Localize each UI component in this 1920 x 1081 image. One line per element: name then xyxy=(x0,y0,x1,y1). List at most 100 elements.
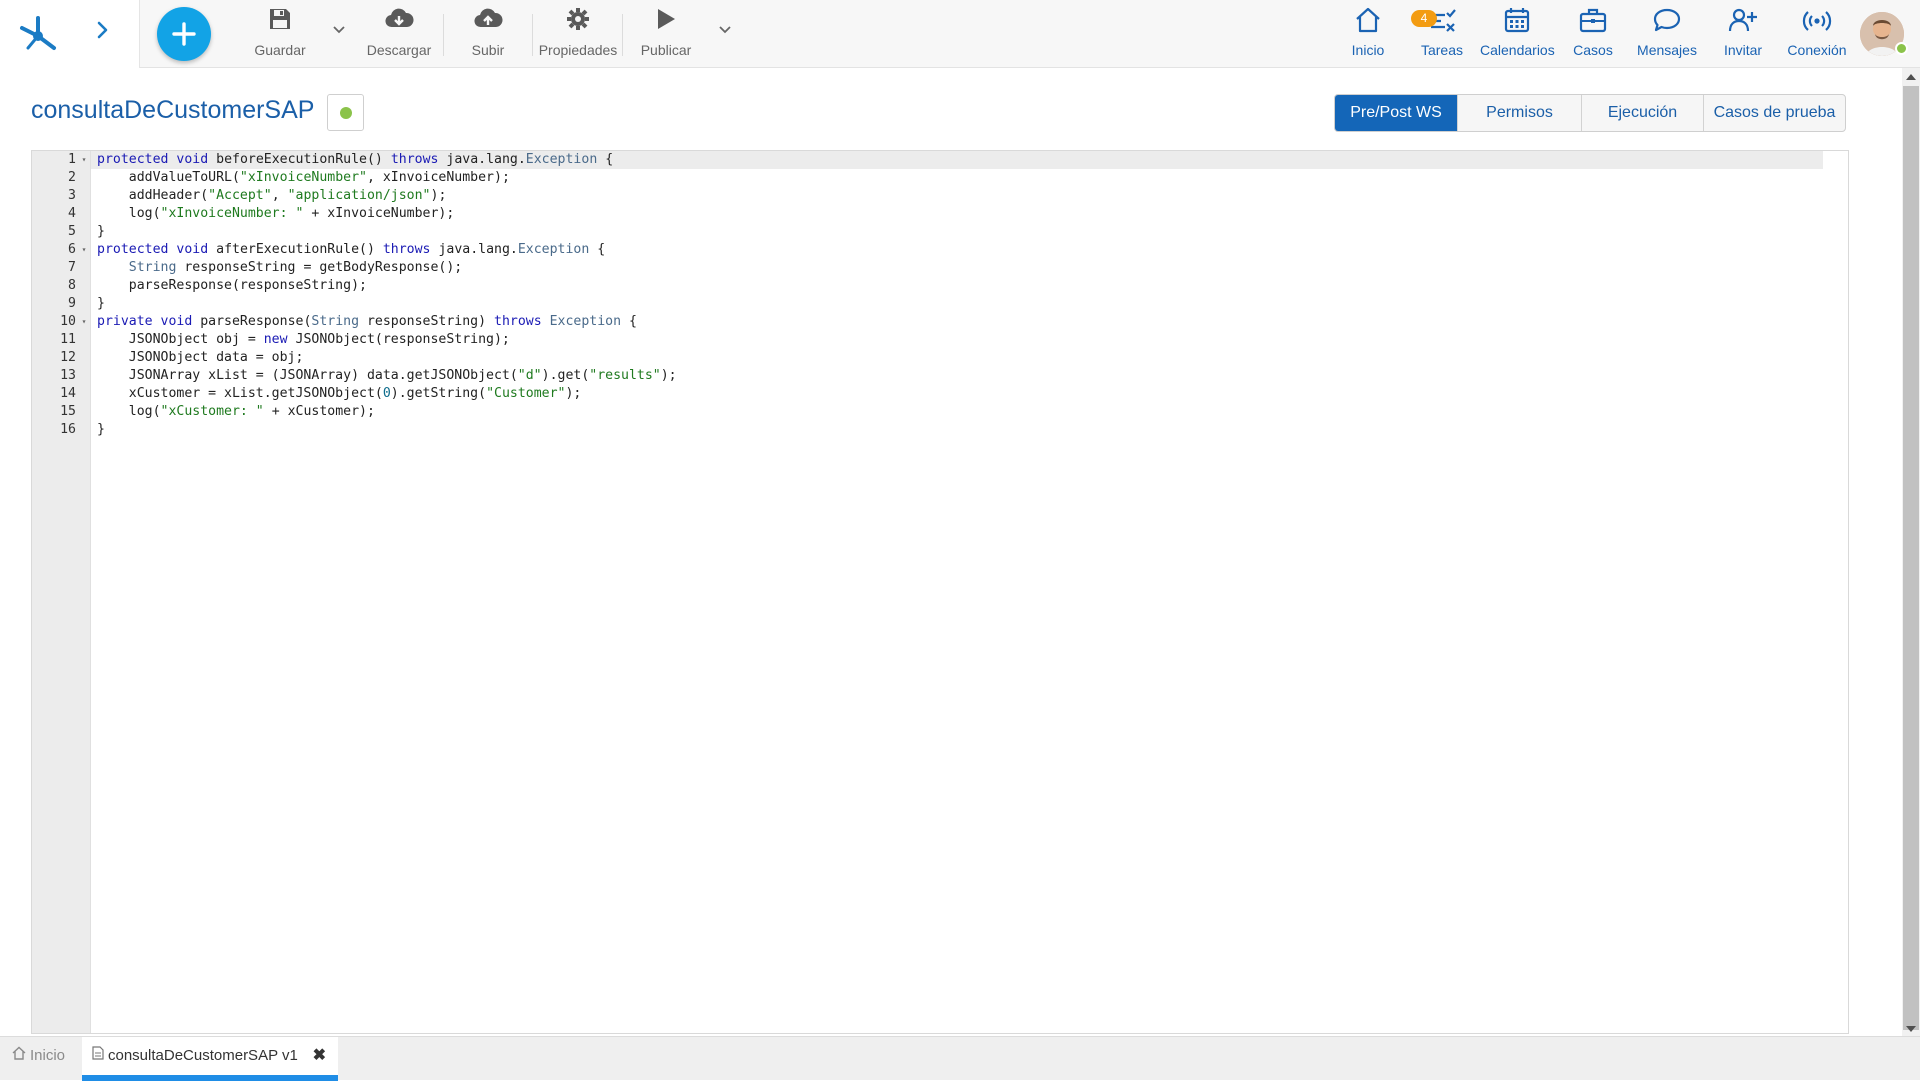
bottom-tab-current[interactable]: consultaDeCustomerSAP v1 ✖ xyxy=(82,1037,338,1081)
bottom-tab-home-label: Inicio xyxy=(30,1047,66,1064)
code-line[interactable]: 7 String responseString = getBodyRespons… xyxy=(32,259,1848,277)
nav-cases-label: Casos xyxy=(1573,42,1613,58)
code-text: JSONObject obj = new JSONObject(response… xyxy=(97,332,510,347)
code-line[interactable]: 1 ▾ protected void beforeExecutionRule() t… xyxy=(32,151,1848,169)
line-number: 3 xyxy=(68,188,76,203)
line-number: 15 xyxy=(60,404,76,419)
cloud-download-icon xyxy=(384,7,414,36)
line-number: 2 xyxy=(68,170,76,185)
house-icon xyxy=(12,1037,26,1075)
code-text: protected void afterExecutionRule() thro… xyxy=(97,242,606,257)
download-button[interactable]: Descargar xyxy=(364,8,434,60)
publish-button[interactable]: Publicar xyxy=(636,8,696,60)
download-label: Descargar xyxy=(366,42,432,58)
line-number: 6 xyxy=(68,242,76,257)
status-dot-icon xyxy=(340,107,352,119)
upload-label: Subir xyxy=(471,42,505,58)
tab-ejecucion[interactable]: Ejecución xyxy=(1581,95,1703,131)
bottom-tab-current-label: consultaDeCustomerSAP v1 xyxy=(108,1047,298,1064)
close-tab-icon[interactable]: ✖ xyxy=(313,1037,326,1075)
nav-calendars-label: Calendarios xyxy=(1480,42,1555,58)
code-line[interactable]: 12 JSONObject data = obj; xyxy=(32,349,1848,367)
code-line[interactable]: 8 parseResponse(responseString); xyxy=(32,277,1848,295)
scroll-up-arrow-icon[interactable] xyxy=(1906,74,1916,80)
online-status-dot xyxy=(1895,42,1908,55)
code-line[interactable]: 10 ▾ private void parseResponse(String res… xyxy=(32,313,1848,331)
toolbar-divider xyxy=(532,14,533,56)
code-line[interactable]: 15 log("xCustomer: " + xCustomer); xyxy=(32,403,1848,421)
scroll-thumb[interactable] xyxy=(1903,86,1919,1030)
nav-invite[interactable]: Invitar xyxy=(1718,8,1768,58)
nav-home[interactable]: Inicio xyxy=(1344,7,1392,58)
publish-options-chevron-down-icon[interactable] xyxy=(717,22,733,38)
nav-connection[interactable]: Conexión xyxy=(1782,8,1852,58)
toolbar-divider xyxy=(443,14,444,56)
save-button[interactable]: Guardar xyxy=(250,8,310,60)
nav-cases[interactable]: Casos xyxy=(1568,8,1618,58)
code-text: JSONArray xList = (JSONArray) data.getJS… xyxy=(97,368,677,383)
bottom-tab-home[interactable]: Inicio xyxy=(12,1037,82,1081)
add-user-icon xyxy=(1728,7,1758,38)
tab-group: Pre/Post WS Permisos Ejecución Casos de … xyxy=(1334,94,1846,132)
toolbar-divider xyxy=(622,14,623,56)
line-number: 4 xyxy=(68,206,76,221)
code-line[interactable]: 14 xCustomer = xList.getJSONObject(0).ge… xyxy=(32,385,1848,403)
nav-messages-label: Mensajes xyxy=(1637,42,1697,58)
wireless-icon xyxy=(1802,9,1832,38)
briefcase-icon xyxy=(1579,7,1607,38)
scroll-down-arrow-icon[interactable] xyxy=(1906,1026,1916,1032)
code-line[interactable]: 6 ▾ protected void afterExecutionRule() th… xyxy=(32,241,1848,259)
fold-arrow-icon[interactable]: ▾ xyxy=(79,241,89,259)
code-text: JSONObject data = obj; xyxy=(97,350,304,365)
properties-button[interactable]: Propiedades xyxy=(538,8,618,60)
chevron-right-icon[interactable] xyxy=(92,20,114,44)
code-line[interactable]: 4 log("xInvoiceNumber: " + xInvoiceNumbe… xyxy=(32,205,1848,223)
top-toolbar: Guardar Descargar Subir Propiedades Publ… xyxy=(0,0,1920,68)
line-number: 13 xyxy=(60,368,76,383)
properties-label: Propiedades xyxy=(538,42,618,58)
add-button[interactable] xyxy=(157,7,211,61)
fold-arrow-icon[interactable]: ▾ xyxy=(79,151,89,169)
code-line[interactable]: 16} xyxy=(32,421,1848,439)
code-text: } xyxy=(97,224,105,239)
nav-calendars[interactable]: Calendarios xyxy=(1480,8,1555,58)
code-text: xCustomer = xList.getJSONObject(0).getSt… xyxy=(97,386,582,401)
line-number: 9 xyxy=(68,296,76,311)
code-line[interactable]: 5} xyxy=(32,223,1848,241)
nav-home-label: Inicio xyxy=(1351,42,1385,58)
code-line[interactable]: 13 JSONArray xList = (JSONArray) data.ge… xyxy=(32,367,1848,385)
tree-logo-icon[interactable] xyxy=(16,12,60,57)
code-text: log("xInvoiceNumber: " + xInvoiceNumber)… xyxy=(97,206,455,221)
fold-arrow-icon[interactable]: ▾ xyxy=(79,313,89,331)
tab-casos-de-prueba[interactable]: Casos de prueba xyxy=(1703,95,1845,131)
line-number: 16 xyxy=(60,422,76,437)
nav-tasks-label: Tareas xyxy=(1420,42,1464,58)
status-button[interactable] xyxy=(327,94,364,131)
tab-permisos[interactable]: Permisos xyxy=(1457,95,1581,131)
code-lines[interactable]: 1 ▾ protected void beforeExecutionRule() t… xyxy=(32,151,1848,439)
nav-messages[interactable]: Mensajes xyxy=(1632,8,1702,58)
save-label: Guardar xyxy=(254,42,306,58)
tab-pre-post-ws[interactable]: Pre/Post WS xyxy=(1335,95,1457,131)
code-text: String responseString = getBodyResponse(… xyxy=(128,260,463,275)
line-number: 5 xyxy=(68,224,76,239)
floppy-icon xyxy=(268,7,292,36)
code-text: log("xCustomer: " + xCustomer); xyxy=(97,404,375,419)
line-number: 7 xyxy=(68,260,76,275)
upload-button[interactable]: Subir xyxy=(458,8,518,60)
play-icon xyxy=(655,7,677,36)
code-editor[interactable]: 1 ▾ protected void beforeExecutionRule() t… xyxy=(31,150,1849,1034)
code-line[interactable]: 11 JSONObject obj = new JSONObject(respo… xyxy=(32,331,1848,349)
code-line[interactable]: 9} xyxy=(32,295,1848,313)
code-text: addHeader("Accept", "application/json"); xyxy=(97,188,447,203)
line-number: 10 xyxy=(60,314,76,329)
code-line[interactable]: 3 addHeader("Accept", "application/json"… xyxy=(32,187,1848,205)
code-line[interactable]: 2 addValueToURL("xInvoiceNumber", xInvoi… xyxy=(32,169,1848,187)
code-text: } xyxy=(97,422,105,437)
publish-label: Publicar xyxy=(640,42,692,58)
tasks-count-badge: 4 xyxy=(1411,10,1437,27)
vertical-scrollbar[interactable] xyxy=(1902,68,1920,1036)
line-number: 12 xyxy=(60,350,76,365)
code-text: addValueToURL("xInvoiceNumber", xInvoice… xyxy=(97,170,510,185)
save-options-chevron-down-icon[interactable] xyxy=(331,22,347,38)
